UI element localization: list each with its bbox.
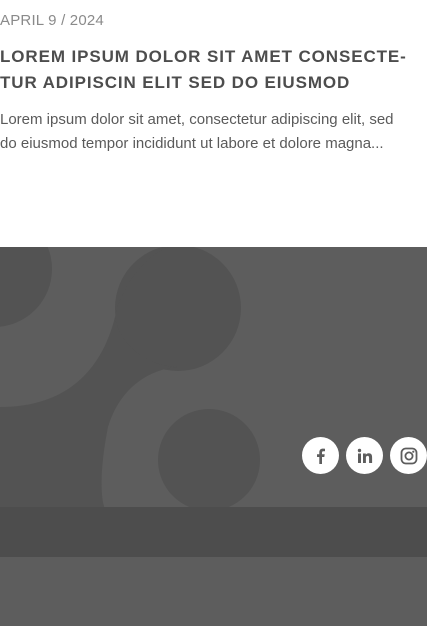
article-excerpt-line-1: Lorem ipsum dolor sit amet, consectetur … [0, 111, 394, 128]
article-card: APRIL 9 / 2024 LOREM IPSUM DOLOR SIT AME… [0, 0, 427, 247]
facebook-button[interactable] [302, 437, 339, 474]
article-title[interactable]: LOREM IPSUM DOLOR SIT AMET CONSECTE- TUR… [0, 44, 427, 96]
article-excerpt: Lorem ipsum dolor sit amet, consectetur … [0, 108, 427, 156]
linkedin-button[interactable] [346, 437, 383, 474]
instagram-button[interactable] [390, 437, 427, 474]
linkedin-icon [357, 448, 372, 463]
footer-bottom [0, 557, 427, 626]
footer [0, 247, 427, 626]
article-title-line-1: LOREM IPSUM DOLOR SIT AMET CONSECTE- [0, 47, 407, 66]
facebook-icon [316, 448, 325, 464]
footer-band [0, 507, 427, 557]
article-excerpt-line-2: do eiusmod tempor incididunt ut labore e… [0, 135, 384, 152]
instagram-icon [400, 447, 417, 464]
article-date: APRIL 9 / 2024 [0, 12, 104, 29]
article-title-line-2: TUR ADIPISCIN ELIT SED DO EIUSMOD [0, 73, 351, 92]
